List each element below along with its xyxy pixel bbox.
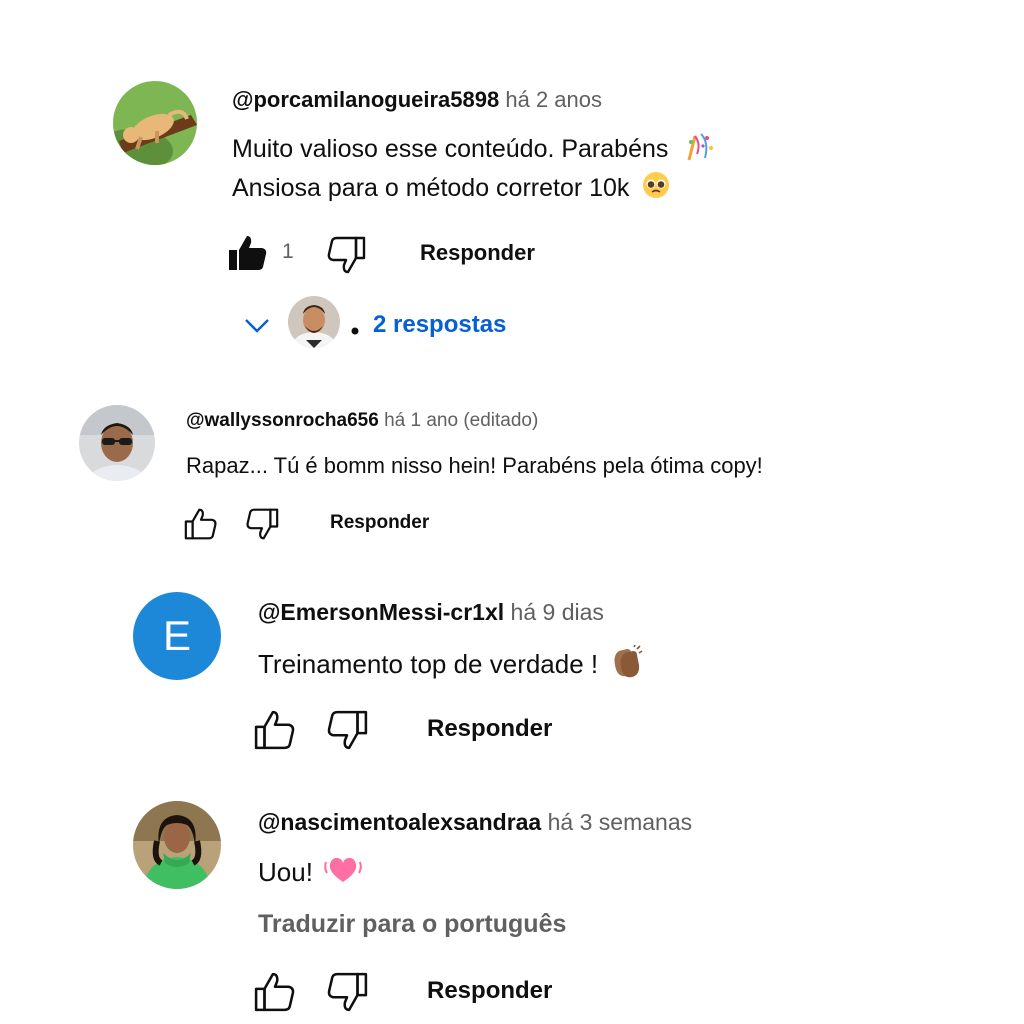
reply-button[interactable]: Responder xyxy=(427,714,552,744)
dislike-button[interactable] xyxy=(326,710,368,750)
like-button[interactable] xyxy=(254,972,296,1012)
comment-timestamp[interactable]: há 9 dias xyxy=(511,599,604,625)
beating-heart-icon xyxy=(324,854,362,894)
comment-header: @wallyssonrocha656 há 1 ano (editado) xyxy=(186,408,538,434)
chevron-down-icon xyxy=(244,318,270,334)
comment-text-line: Ansiosa para o método corretor 10k xyxy=(232,171,670,208)
avatar[interactable] xyxy=(113,81,197,165)
separator-dot xyxy=(351,322,359,335)
comment-timestamp[interactable]: há 1 ano (editado) xyxy=(384,410,538,431)
like-button[interactable] xyxy=(228,234,268,272)
avatar[interactable] xyxy=(133,801,221,889)
thumbs-up-icon xyxy=(254,710,295,750)
dislike-button[interactable] xyxy=(245,508,279,540)
author-handle[interactable]: @porcamilanogueira5898 xyxy=(232,87,499,112)
thumbs-up-filled-icon xyxy=(229,236,267,270)
author-handle[interactable]: @wallyssonrocha656 xyxy=(186,410,379,431)
comment-text-line: Rapaz... Tú é bomm nisso hein! Parabéns … xyxy=(186,453,763,478)
like-count: 1 xyxy=(282,240,294,263)
author-handle[interactable]: @EmersonMessi-cr1xl xyxy=(258,599,504,625)
dislike-button[interactable] xyxy=(326,972,368,1012)
thumbs-down-icon xyxy=(327,972,368,1012)
avatar[interactable]: E xyxy=(133,592,221,680)
comment-text-line: Treinamento top de verdade ! xyxy=(258,644,643,687)
thumbs-up-icon xyxy=(184,508,217,540)
clapping-hands-icon xyxy=(607,644,643,687)
reply-author-avatar xyxy=(288,296,340,348)
like-button[interactable] xyxy=(184,508,218,540)
avatar[interactable] xyxy=(79,405,155,481)
comment-text-line: Muito valioso esse conteúdo. Parabéns xyxy=(232,130,715,171)
dislike-button[interactable] xyxy=(326,236,366,274)
thumbs-up-icon xyxy=(254,972,295,1012)
reply-button[interactable]: Responder xyxy=(420,239,535,267)
thumbs-down-icon xyxy=(327,710,368,750)
confetti-icon xyxy=(683,130,715,171)
comment-timestamp[interactable]: há 2 anos xyxy=(505,87,602,112)
comment-header: @porcamilanogueira5898 há 2 anos xyxy=(232,85,602,115)
comment-header: @EmersonMessi-cr1xl há 9 dias xyxy=(258,597,604,627)
reply-button[interactable]: Responder xyxy=(427,976,552,1006)
pleading-face-icon xyxy=(642,171,670,208)
translate-link[interactable]: Traduzir para o português xyxy=(258,908,566,940)
like-button[interactable] xyxy=(254,710,296,750)
replies-count-label: 2 respostas xyxy=(373,311,507,338)
comment-timestamp[interactable]: há 3 semanas xyxy=(548,809,692,835)
thumbs-down-icon xyxy=(327,236,366,274)
comment-text-line: Uou! xyxy=(258,854,362,894)
thumbs-down-icon xyxy=(246,508,279,540)
comment-header: @nascimentoalexsandraa há 3 semanas xyxy=(258,807,692,837)
author-handle[interactable]: @nascimentoalexsandraa xyxy=(258,809,541,835)
avatar-letter: E xyxy=(162,612,191,659)
reply-button[interactable]: Responder xyxy=(330,510,429,536)
view-replies-button[interactable]: 2 respostas xyxy=(240,296,540,350)
